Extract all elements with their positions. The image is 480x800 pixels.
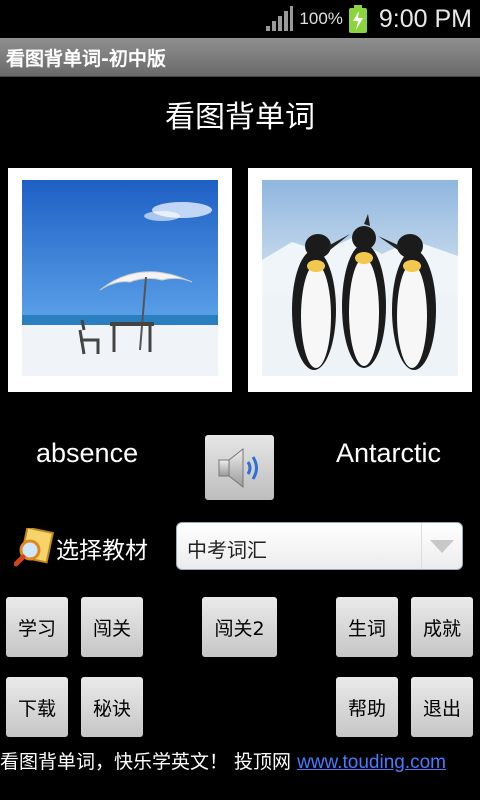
beach-umbrella-photo (22, 180, 218, 376)
textbook-select[interactable]: 中考词汇 (176, 522, 463, 570)
page-title: 看图背单词 (165, 100, 315, 135)
signal-icon (266, 6, 294, 31)
exit-button[interactable]: 退出 (411, 677, 473, 737)
tips-button[interactable]: 秘诀 (81, 677, 143, 737)
status-icons: 100% 9:00 PM (265, 4, 472, 34)
textbook-label-text: 选择教材 (56, 538, 148, 564)
word-left[interactable]: absence (36, 438, 138, 469)
dropdown-arrow[interactable] (421, 523, 462, 569)
download-button[interactable]: 下载 (6, 677, 68, 737)
magnifier-icon (14, 528, 54, 567)
battery-charging-icon (348, 5, 367, 33)
clock: 9:00 PM (378, 4, 472, 33)
textbook-selected-value: 中考词汇 (187, 538, 267, 562)
window-title: 看图背单词-初中版 (6, 48, 166, 70)
footer: 看图背单词，快乐学英文！ 投顶网 www.touding.com (0, 750, 480, 775)
play-audio-button[interactable] (205, 435, 274, 500)
penguins-photo (262, 180, 458, 376)
battery-percent: 100% (299, 9, 343, 28)
picture-card-right[interactable] (248, 168, 472, 392)
level2-button[interactable]: 闯关2 (202, 597, 277, 657)
status-bar: 100% 9:00 PM (0, 0, 480, 38)
footer-link[interactable]: www.touding.com (297, 752, 446, 773)
app-title-bar: 看图背单词-初中版 (0, 38, 480, 77)
word-right[interactable]: Antarctic (336, 438, 441, 469)
footer-text: 看图背单词，快乐学英文！ 投顶网 (0, 751, 298, 773)
level-button[interactable]: 闯关 (81, 597, 143, 657)
help-button[interactable]: 帮助 (336, 677, 398, 737)
textbook-label: 选择教材 (14, 526, 148, 570)
speaker-icon (218, 447, 258, 488)
new-words-button[interactable]: 生词 (336, 597, 398, 657)
achievements-button[interactable]: 成就 (411, 597, 473, 657)
study-button[interactable]: 学习 (6, 597, 68, 657)
chevron-down-icon (430, 540, 454, 553)
picture-card-left[interactable] (8, 168, 232, 392)
